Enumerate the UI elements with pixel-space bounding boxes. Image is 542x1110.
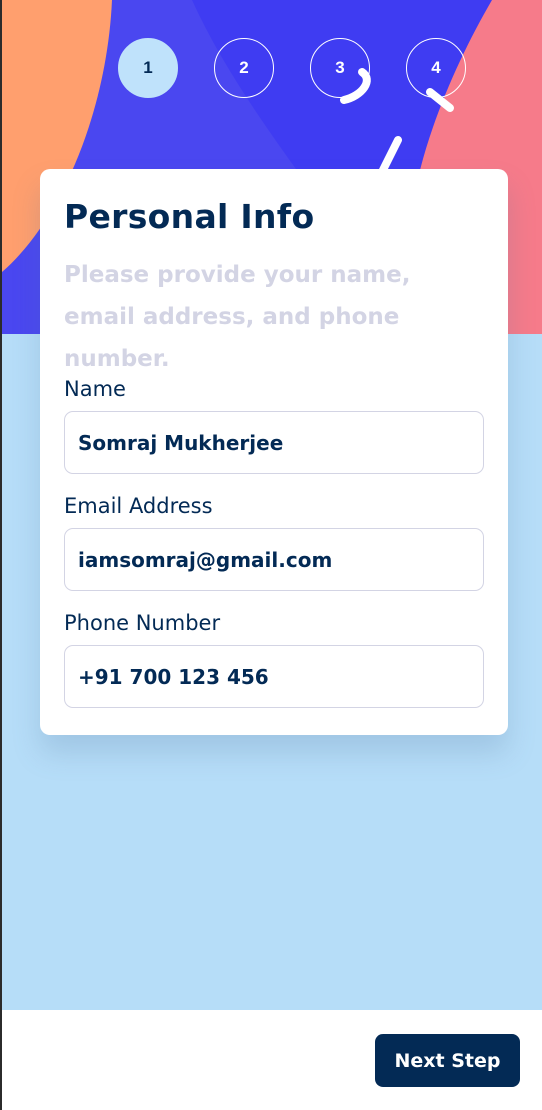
next-step-button[interactable]: Next Step [375,1034,520,1087]
step-4[interactable]: 4 [406,38,466,98]
name-input[interactable] [64,411,484,474]
app-window: 1 2 3 4 Personal Info Please provide you… [0,0,542,1110]
page-subtitle: Please provide your name, email address,… [64,262,411,372]
email-field-group: Email Address [64,494,484,591]
name-field-group: Name [64,377,484,474]
step-1[interactable]: 1 [118,38,178,98]
email-input[interactable] [64,528,484,591]
phone-label: Phone Number [64,611,221,635]
phone-input[interactable] [64,645,484,708]
name-label: Name [64,377,126,401]
email-label: Email Address [64,494,213,518]
footer-bar: Next Step [2,1010,542,1110]
page-title: Personal Info [64,197,315,236]
step-indicator: 1 2 3 4 [118,38,466,98]
step-3[interactable]: 3 [310,38,370,98]
step-2[interactable]: 2 [214,38,274,98]
phone-field-group: Phone Number [64,611,484,708]
personal-info-card: Personal Info Please provide your name, … [40,169,508,735]
